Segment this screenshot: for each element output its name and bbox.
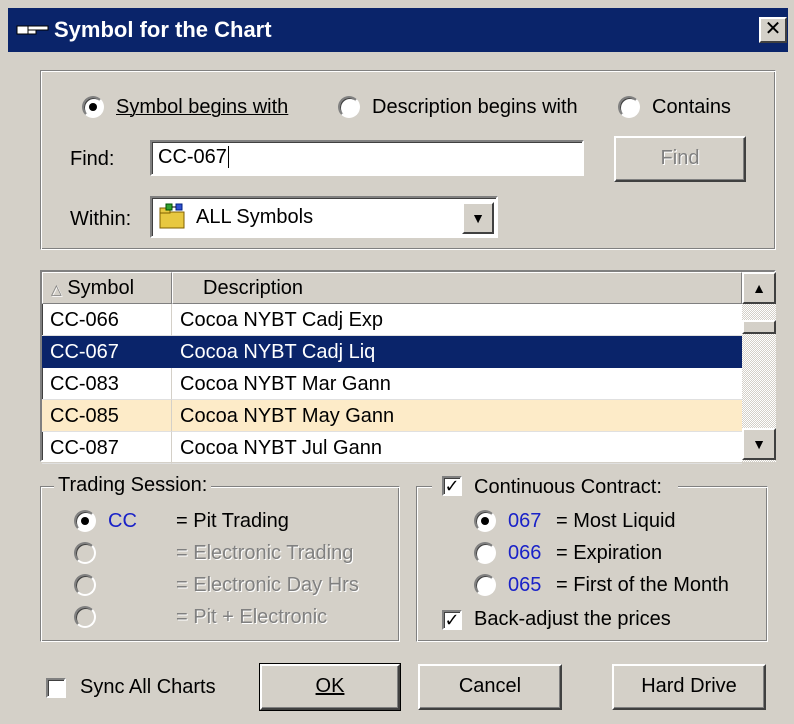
radio-contains-label[interactable]: Contains (652, 96, 731, 119)
cell-symbol: CC-083 (42, 368, 172, 400)
ok-button-label: OK (315, 675, 345, 697)
cell-description: Cocoa NYBT Jul Gann (172, 432, 742, 464)
within-dropdown-button[interactable]: ▼ (462, 202, 494, 234)
column-header-description[interactable]: Description (172, 272, 742, 304)
sort-ascending-icon: △ (51, 281, 62, 297)
radio-session-electronic-day[interactable] (74, 574, 96, 596)
radio-description-begins-label[interactable]: Description begins with (372, 96, 578, 119)
cell-description: Cocoa NYBT May Gann (172, 400, 742, 432)
radio-symbol-begins-label[interactable]: Symbol begins with (116, 96, 288, 119)
find-button[interactable]: Find (614, 136, 746, 182)
symbol-table[interactable]: △ Symbol Description CC-066 Cocoa NYBT C… (40, 270, 776, 464)
cancel-button[interactable]: Cancel (418, 664, 562, 710)
hard-drive-button-label: Hard Drive (641, 675, 737, 697)
folder-tree-icon (159, 203, 185, 229)
hard-drive-button[interactable]: Hard Drive (612, 664, 766, 710)
session-electronic-label: = Electronic Trading (176, 542, 354, 564)
within-select[interactable]: ALL Symbols ▼ (150, 196, 498, 238)
window-title: Symbol for the Chart (54, 17, 272, 42)
table-row[interactable]: CC-087 Cocoa NYBT Jul Gann (42, 432, 742, 464)
continuous-contract-label[interactable]: Continuous Contract: (474, 476, 662, 499)
find-input[interactable]: CC-067 (150, 140, 584, 176)
radio-description-begins[interactable] (338, 96, 360, 118)
table-row-highlighted[interactable]: CC-085 Cocoa NYBT May Gann (42, 400, 742, 432)
chevron-down-icon: ▼ (471, 210, 485, 226)
title-bar[interactable]: Symbol for the Chart ✕ (8, 8, 788, 52)
contract-most-liquid-label: = Most Liquid (556, 510, 676, 532)
contract-code: 066 (508, 542, 542, 564)
radio-symbol-begins[interactable] (82, 96, 104, 118)
cell-symbol: CC-085 (42, 400, 172, 432)
contract-expiration-label: = Expiration (556, 542, 663, 564)
within-select-value: ALL Symbols (196, 206, 314, 228)
radio-session-pit[interactable] (74, 510, 96, 532)
column-header-description-label: Description (203, 277, 304, 299)
radio-contract-first-of-month[interactable] (474, 574, 496, 596)
find-button-label: Find (660, 147, 700, 169)
scroll-thumb[interactable] (742, 320, 776, 334)
close-icon: ✕ (764, 18, 782, 40)
radio-contract-expiration[interactable] (474, 542, 496, 564)
within-label: Within: (70, 208, 132, 230)
cancel-button-label: Cancel (458, 675, 522, 697)
column-header-symbol-label: Symbol (67, 277, 135, 299)
cell-symbol: CC-067 (42, 336, 172, 368)
find-input-value: CC-067 (158, 146, 227, 168)
radio-contains[interactable] (618, 96, 640, 118)
table-row-selected[interactable]: CC-067 Cocoa NYBT Cadj Liq (42, 336, 742, 368)
back-adjust-checkbox[interactable]: ✓ (442, 610, 462, 630)
scroll-up-button[interactable]: ▲ (742, 272, 776, 304)
session-pit-electronic-label: = Pit + Electronic (176, 606, 328, 628)
text-cursor (227, 146, 229, 168)
continuous-contract-checkbox[interactable]: ✓ (442, 476, 462, 496)
cell-symbol: CC-087 (42, 432, 172, 464)
contract-code: 065 (508, 574, 542, 596)
trading-session-caption: Trading Session: (54, 474, 212, 497)
contract-code: 067 (508, 510, 542, 532)
close-button[interactable]: ✕ (759, 17, 787, 43)
sync-all-charts-checkbox[interactable] (46, 678, 66, 698)
radio-contract-most-liquid[interactable] (474, 510, 496, 532)
cell-description: Cocoa NYBT Cadj Liq (172, 336, 742, 368)
session-electronic-day-label: = Electronic Day Hrs (176, 574, 359, 596)
table-row[interactable]: CC-083 Cocoa NYBT Mar Gann (42, 368, 742, 400)
cell-description: Cocoa NYBT Cadj Exp (172, 304, 742, 336)
radio-session-pit-electronic[interactable] (74, 606, 96, 628)
table-vertical-scrollbar[interactable]: ▲ ▼ (742, 272, 776, 462)
pointing-hand-icon (16, 25, 49, 35)
session-code: CC (108, 510, 137, 532)
cell-description: Cocoa NYBT Mar Gann (172, 368, 742, 400)
column-header-symbol[interactable]: △ Symbol (42, 272, 172, 304)
find-label: Find: (70, 148, 115, 170)
back-adjust-label[interactable]: Back-adjust the prices (474, 608, 671, 631)
chevron-up-icon: ▲ (752, 280, 766, 296)
session-pit-label: = Pit Trading (176, 510, 289, 532)
scroll-down-button[interactable]: ▼ (742, 428, 776, 460)
checkmark-icon: ✓ (444, 476, 460, 496)
contract-first-of-month-label: = First of the Month (556, 574, 729, 596)
ok-button[interactable]: OK (259, 663, 401, 711)
chevron-down-icon: ▼ (752, 436, 766, 452)
radio-session-electronic[interactable] (74, 542, 96, 564)
cell-symbol: CC-066 (42, 304, 172, 336)
table-row[interactable]: CC-066 Cocoa NYBT Cadj Exp (42, 304, 742, 336)
checkmark-icon: ✓ (444, 610, 460, 630)
sync-all-charts-label[interactable]: Sync All Charts (80, 676, 216, 699)
